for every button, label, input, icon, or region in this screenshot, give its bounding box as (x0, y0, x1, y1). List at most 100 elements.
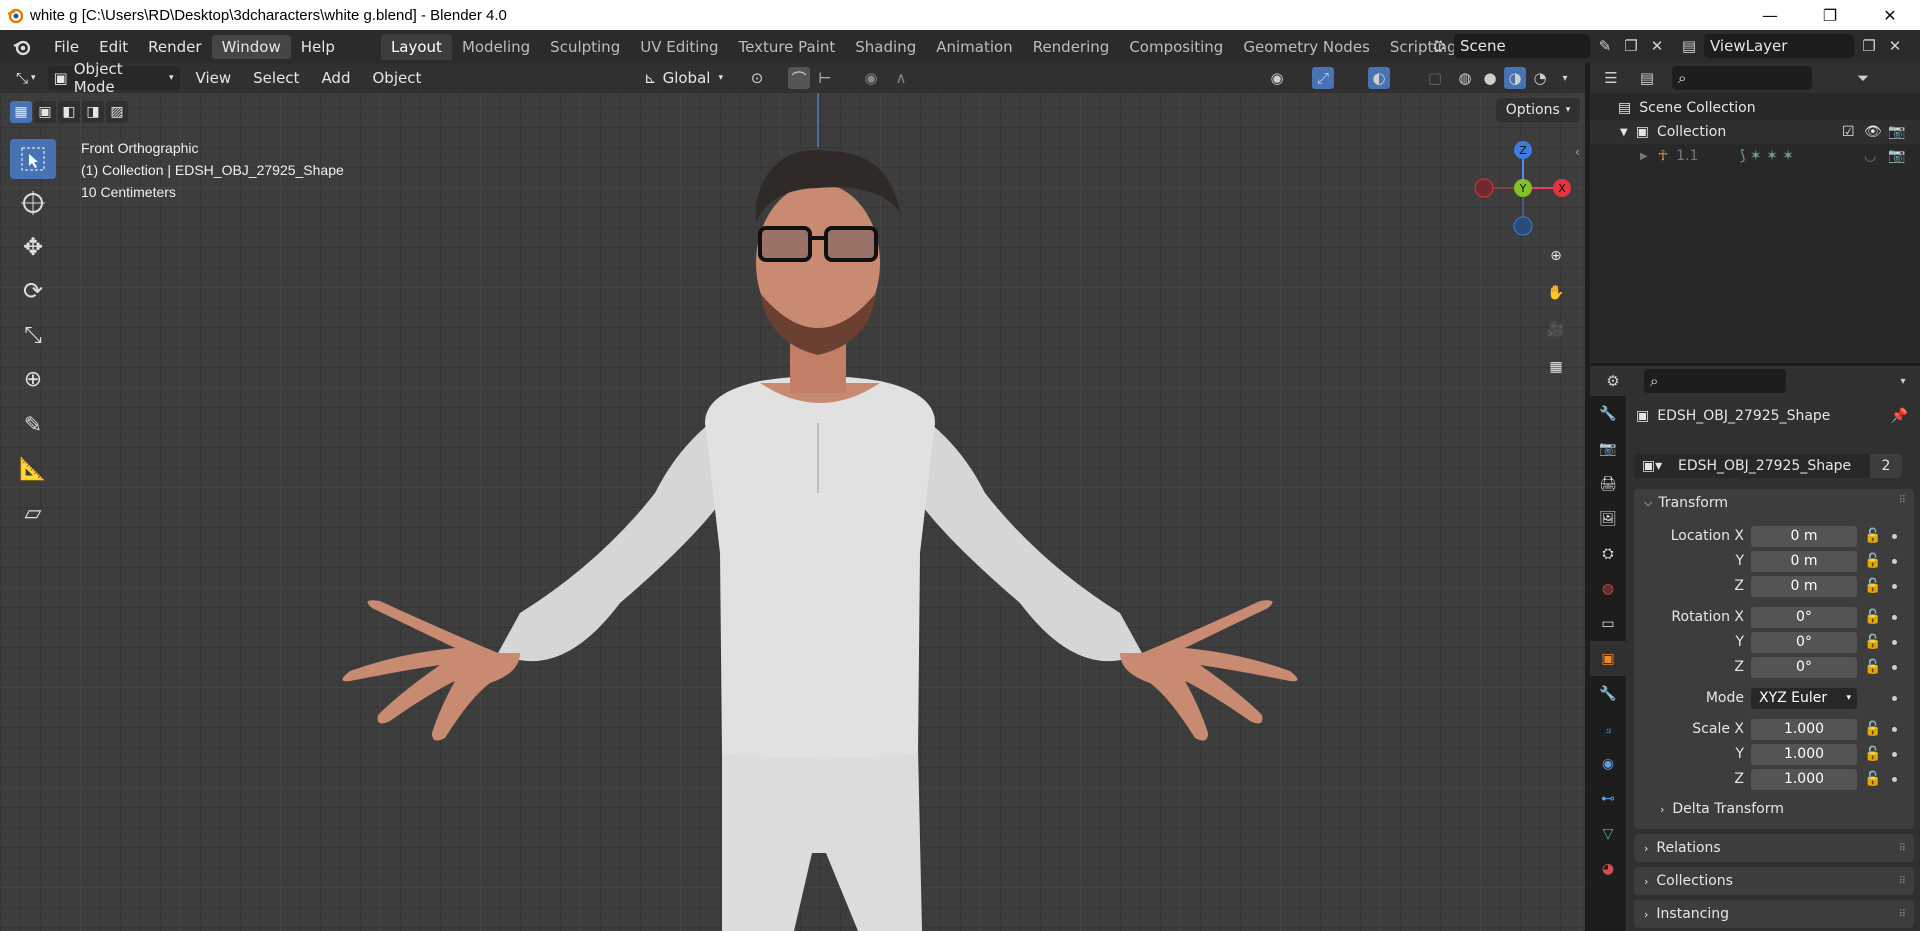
chevron-down-icon[interactable]: ▾ (1892, 370, 1914, 392)
location-z-field[interactable]: 0 m (1751, 575, 1857, 597)
keyframe-dot-icon[interactable] (1892, 533, 1897, 539)
scene-icon[interactable]: ⛭ (1428, 35, 1450, 57)
data-tab-icon[interactable]: ▽ (1590, 816, 1626, 851)
overlay-toggle-icon[interactable]: ◐ (1368, 67, 1390, 89)
rotation-x-field[interactable]: 0° (1751, 606, 1857, 628)
pin-icon[interactable]: 📌 (1891, 408, 1908, 424)
gizmo-toggle-icon[interactable]: ⤢ (1312, 67, 1334, 89)
drag-handle-icon[interactable]: ⠿ (1899, 495, 1906, 506)
transform-tool-icon[interactable]: ⊕ (10, 359, 56, 399)
rotation-z-field[interactable]: 0° (1751, 656, 1857, 678)
instancing-panel[interactable]: › Instancing ⠿ (1634, 900, 1914, 928)
menu-view[interactable]: View (190, 66, 238, 90)
view-layer-tab-icon[interactable]: 🖼 (1590, 501, 1626, 536)
scale-tool-icon[interactable]: ⤡ (10, 315, 56, 355)
pan-hand-icon[interactable]: ✋ (1541, 278, 1571, 308)
close-icon[interactable]: ✕ (1860, 0, 1920, 30)
output-tab-icon[interactable]: 🖨 (1590, 466, 1626, 501)
keyframe-dot-icon[interactable] (1892, 726, 1897, 732)
3d-viewport[interactable]: ▦ ▣ ◧ ◨ ▨ Front Orthographic (1) Collect… (0, 93, 1585, 931)
tab-compositing[interactable]: Compositing (1119, 34, 1233, 60)
scene-tab-icon[interactable]: ⛭ (1590, 536, 1626, 571)
modifier-tab-icon[interactable]: 🔧 (1590, 676, 1626, 711)
menu-edit[interactable]: Edit (89, 35, 138, 59)
rotation-mode-dropdown[interactable]: XYZ Euler ▾ (1751, 687, 1857, 709)
delete-view-layer-icon[interactable]: ✕ (1884, 35, 1906, 57)
outliner-editor-type-icon[interactable]: ☰ (1600, 67, 1622, 89)
shading-options-icon[interactable]: ▾ (1554, 67, 1576, 89)
relations-panel[interactable]: › Relations ⠿ (1634, 834, 1914, 862)
tab-uv-editing[interactable]: UV Editing (630, 34, 728, 60)
hidden-icon[interactable]: ◡ (1864, 148, 1876, 164)
scale-y-field[interactable]: 1.000 (1751, 743, 1857, 765)
filter-icon[interactable]: ⏷ (1852, 67, 1874, 89)
eye-icon[interactable]: 👁 (1864, 124, 1882, 140)
menu-object[interactable]: Object (366, 66, 427, 90)
new-view-layer-icon[interactable]: ❐ (1858, 35, 1880, 57)
menu-window[interactable]: Window (211, 34, 291, 59)
solid-shading-icon[interactable]: ● (1479, 67, 1501, 89)
transform-orientation-dropdown[interactable]: ⊾ Global ▾ (638, 66, 734, 90)
expand-arrow-icon[interactable]: ▶ (1640, 151, 1648, 162)
tab-animation[interactable]: Animation (926, 34, 1022, 60)
drag-handle-icon[interactable]: ⠿ (1899, 843, 1906, 854)
location-x-field[interactable]: 0 m (1751, 525, 1857, 547)
delta-transform-subpanel[interactable]: › Delta Transform (1660, 801, 1784, 817)
tab-geometry-nodes[interactable]: Geometry Nodes (1233, 34, 1380, 60)
add-cube-tool-icon[interactable]: ▱ (10, 493, 56, 533)
tool-tab-icon[interactable]: 🔧 (1590, 396, 1626, 431)
menu-render[interactable]: Render (138, 35, 211, 59)
proportional-edit-icon[interactable]: ◉ (860, 67, 882, 89)
options-dropdown[interactable]: Options ▾ (1496, 98, 1580, 122)
outliner-row-scene-collection[interactable]: ▤ Scene Collection (1590, 96, 1920, 120)
material-tab-icon[interactable]: ◕ (1590, 851, 1626, 886)
blender-menu-icon[interactable] (0, 37, 44, 57)
lock-icon[interactable]: 🔓 (1864, 609, 1881, 625)
select-intersect-icon[interactable]: ▨ (106, 101, 128, 123)
lock-icon[interactable]: 🔓 (1864, 771, 1881, 787)
snap-icon[interactable]: ⌒ (788, 67, 810, 89)
collection-tab-icon[interactable]: ▭ (1590, 606, 1626, 641)
object-mode-dropdown[interactable]: ▣ Object Mode ▾ (47, 60, 180, 96)
lock-icon[interactable]: 🔓 (1864, 528, 1881, 544)
material-preview-icon[interactable]: ◑ (1504, 67, 1526, 89)
checkbox-icon[interactable]: ☑ (1842, 124, 1855, 140)
particles-tab-icon[interactable]: ⟓ (1590, 711, 1626, 746)
menu-add[interactable]: Add (315, 66, 356, 90)
select-box-tool-icon[interactable] (10, 139, 56, 179)
tab-shading[interactable]: Shading (845, 34, 926, 60)
display-mode-icon[interactable]: ▤ (1636, 67, 1658, 89)
physics-tab-icon[interactable]: ◉ (1590, 746, 1626, 781)
render-tab-icon[interactable]: 📷 (1590, 431, 1626, 466)
camera-icon[interactable]: 📷 (1888, 124, 1905, 140)
tab-modeling[interactable]: Modeling (452, 34, 540, 60)
transform-header[interactable]: ⌵ Transform (1644, 495, 1728, 511)
camera-view-icon[interactable]: 🎥 (1541, 315, 1571, 345)
world-tab-icon[interactable]: ◍ (1590, 571, 1626, 606)
outliner-row-collection[interactable]: ▼ ▣ Collection ☑ 👁 📷 (1590, 120, 1920, 144)
keyframe-dot-icon[interactable] (1892, 558, 1897, 564)
object-browse-icon[interactable]: ▣▾ (1634, 454, 1670, 478)
lock-icon[interactable]: 🔓 (1864, 553, 1881, 569)
select-new-icon[interactable]: ▦ (10, 101, 32, 123)
delete-scene-icon[interactable]: ✕ (1646, 35, 1668, 57)
lock-icon[interactable]: 🔓 (1864, 578, 1881, 594)
lock-icon[interactable]: 🔓 (1864, 659, 1881, 675)
user-count-badge[interactable]: 2 (1870, 454, 1902, 478)
keyframe-dot-icon[interactable] (1892, 639, 1897, 645)
measure-tool-icon[interactable]: 📐 (10, 449, 56, 489)
menu-select[interactable]: Select (247, 66, 305, 90)
cursor-tool-icon[interactable] (10, 183, 56, 223)
pin-icon[interactable]: ✎ (1594, 35, 1616, 57)
tab-texture-paint[interactable]: Texture Paint (728, 34, 845, 60)
annotate-tool-icon[interactable]: ✎ (10, 405, 56, 445)
tab-layout[interactable]: Layout (380, 33, 452, 60)
keyframe-dot-icon[interactable] (1892, 614, 1897, 620)
rendered-shading-icon[interactable]: ◔ (1529, 67, 1551, 89)
tab-rendering[interactable]: Rendering (1023, 34, 1120, 60)
location-y-field[interactable]: 0 m (1751, 550, 1857, 572)
editor-type-button[interactable]: ⤡ ▾ (10, 66, 42, 90)
new-scene-icon[interactable]: ❐ (1620, 35, 1642, 57)
drag-handle-icon[interactable]: ⠿ (1899, 909, 1906, 920)
lock-icon[interactable]: 🔓 (1864, 746, 1881, 762)
